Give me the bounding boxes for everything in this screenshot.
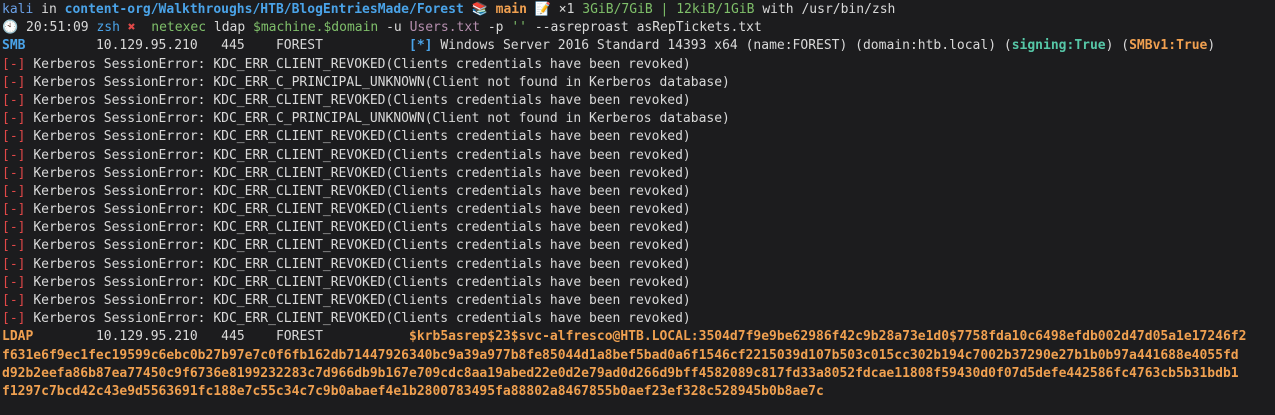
error-list: [-] Kerberos SessionError: KDC_ERR_CLIEN… <box>2 56 1275 329</box>
error-marker: [-] <box>2 238 26 254</box>
shell-path: /usr/bin/zsh <box>801 2 896 17</box>
error-marker: [-] <box>2 220 26 236</box>
error-message: Kerberos SessionError: KDC_ERR_CLIENT_RE… <box>33 293 691 308</box>
error-line: [-] Kerberos SessionError: KDC_ERR_CLIEN… <box>2 201 1275 219</box>
error-message: Kerberos SessionError: KDC_ERR_CLIENT_RE… <box>33 165 691 181</box>
ldap-output-line: LDAP 10.129.95.210 445 FOREST $krb5asrep… <box>2 329 1247 345</box>
prompt-time: 20:51:09 <box>26 20 89 36</box>
command-line[interactable]: 🕙 20:51:09 zsh ✖ netexec ldap $machine.$… <box>2 19 1275 37</box>
error-marker: [-] <box>2 311 26 327</box>
error-message: Kerberos SessionError: KDC_ERR_CLIENT_RE… <box>33 238 691 254</box>
error-x-icon: ✖ <box>127 20 136 36</box>
error-line: [-] Kerberos SessionError: KDC_ERR_CLIEN… <box>2 56 1275 74</box>
error-message: Kerberos SessionError: KDC_ERR_CLIENT_RE… <box>33 274 691 290</box>
error-line: [-] Kerberos SessionError: KDC_ERR_CLIEN… <box>2 310 1275 328</box>
prompt-user: kali <box>2 2 34 17</box>
books-icon: 📚 <box>471 2 488 17</box>
error-line: [-] Kerberos SessionError: KDC_ERR_C_PRI… <box>2 110 1275 128</box>
error-line: [-] Kerberos SessionError: KDC_ERR_CLIEN… <box>2 256 1275 274</box>
error-line: [-] Kerberos SessionError: KDC_ERR_CLIEN… <box>2 292 1275 310</box>
terminal-window[interactable]: kali in content-org/Walkthroughs/HTB/Blo… <box>0 0 1275 415</box>
error-line: [-] Kerberos SessionError: KDC_ERR_CLIEN… <box>2 237 1275 255</box>
error-line: [-] Kerberos SessionError: KDC_ERR_CLIEN… <box>2 128 1275 146</box>
error-marker: [-] <box>2 202 26 218</box>
hash-line: f1297c7bcd42c43e9d5563691fc188e7c55c34c7… <box>2 383 824 399</box>
protocol-label: SMB <box>2 38 26 54</box>
prompt-line: kali in content-org/Walkthroughs/HTB/Blo… <box>2 1 1275 19</box>
asrep-hash[interactable]: $krb5asrep$23$svc-alfresco@HTB.LOCAL:350… <box>409 329 1246 344</box>
prompt-path: content-org/Walkthroughs/HTB/BlogEntries… <box>64 2 464 17</box>
memory-usage: 3GiB/7GiB <box>582 2 653 17</box>
error-line: [-] Kerberos SessionError: KDC_ERR_CLIEN… <box>2 219 1275 237</box>
error-message: Kerberos SessionError: KDC_ERR_C_PRINCIP… <box>33 74 730 90</box>
command-var: $machine.$domain <box>253 20 379 36</box>
protocol-label: LDAP <box>2 329 34 345</box>
error-marker: [-] <box>2 111 26 127</box>
info-marker: [*] <box>409 38 433 54</box>
shell-name: zsh <box>96 20 120 36</box>
memo-icon: 📝 <box>534 2 551 17</box>
error-message: Kerberos SessionError: KDC_ERR_CLIENT_RE… <box>33 256 691 272</box>
clock-icon: 🕙 <box>2 20 19 36</box>
error-message: Kerberos SessionError: KDC_ERR_CLIENT_RE… <box>33 56 691 72</box>
users-file: Users.txt <box>409 20 481 36</box>
error-marker: [-] <box>2 129 26 145</box>
error-marker: [-] <box>2 92 26 108</box>
error-marker: [-] <box>2 165 26 181</box>
output-file: asRepTickets.txt <box>636 20 762 36</box>
error-line: [-] Kerberos SessionError: KDC_ERR_CLIEN… <box>2 274 1275 292</box>
signing-flag: signing:True <box>1011 38 1106 54</box>
error-message: Kerberos SessionError: KDC_ERR_CLIENT_RE… <box>33 183 691 199</box>
error-marker: [-] <box>2 74 26 90</box>
error-line: [-] Kerberos SessionError: KDC_ERR_CLIEN… <box>2 92 1275 110</box>
error-message: Kerberos SessionError: KDC_ERR_CLIENT_RE… <box>33 147 691 163</box>
error-marker: [-] <box>2 183 26 199</box>
swap-usage: 12kiB/1GiB <box>676 2 755 17</box>
error-line: [-] Kerberos SessionError: KDC_ERR_CLIEN… <box>2 165 1275 183</box>
error-line: [-] Kerberos SessionError: KDC_ERR_CLIEN… <box>2 183 1275 201</box>
smbv1-flag: SMBv1:True <box>1129 38 1208 54</box>
error-marker: [-] <box>2 274 26 290</box>
error-marker: [-] <box>2 293 26 308</box>
error-line: [-] Kerberos SessionError: KDC_ERR_C_PRI… <box>2 74 1275 92</box>
hash-line: d92b2eefa86b87ea77450c9f6736e8199232283c… <box>2 365 1239 381</box>
error-message: Kerberos SessionError: KDC_ERR_CLIENT_RE… <box>33 129 691 145</box>
git-changes: ×1 <box>558 2 575 17</box>
error-marker: [-] <box>2 56 26 72</box>
error-message: Kerberos SessionError: KDC_ERR_CLIENT_RE… <box>33 311 691 327</box>
error-message: Kerberos SessionError: KDC_ERR_CLIENT_RE… <box>33 202 691 218</box>
smb-output-line: SMB 10.129.95.210 445 FOREST [*] Windows… <box>2 38 1216 54</box>
error-marker: [-] <box>2 256 26 272</box>
error-message: Kerberos SessionError: KDC_ERR_C_PRINCIP… <box>33 111 730 127</box>
error-line: [-] Kerberos SessionError: KDC_ERR_CLIEN… <box>2 147 1275 165</box>
error-message: Kerberos SessionError: KDC_ERR_CLIENT_RE… <box>33 220 691 236</box>
hash-line: f631e6f9ec1fec19599c6ebc0b27b97e7c0f6fb1… <box>2 347 1239 363</box>
command-name: netexec <box>151 20 207 36</box>
error-message: Kerberos SessionError: KDC_ERR_CLIENT_RE… <box>33 92 691 108</box>
git-branch: main <box>495 2 527 17</box>
error-marker: [-] <box>2 147 26 163</box>
